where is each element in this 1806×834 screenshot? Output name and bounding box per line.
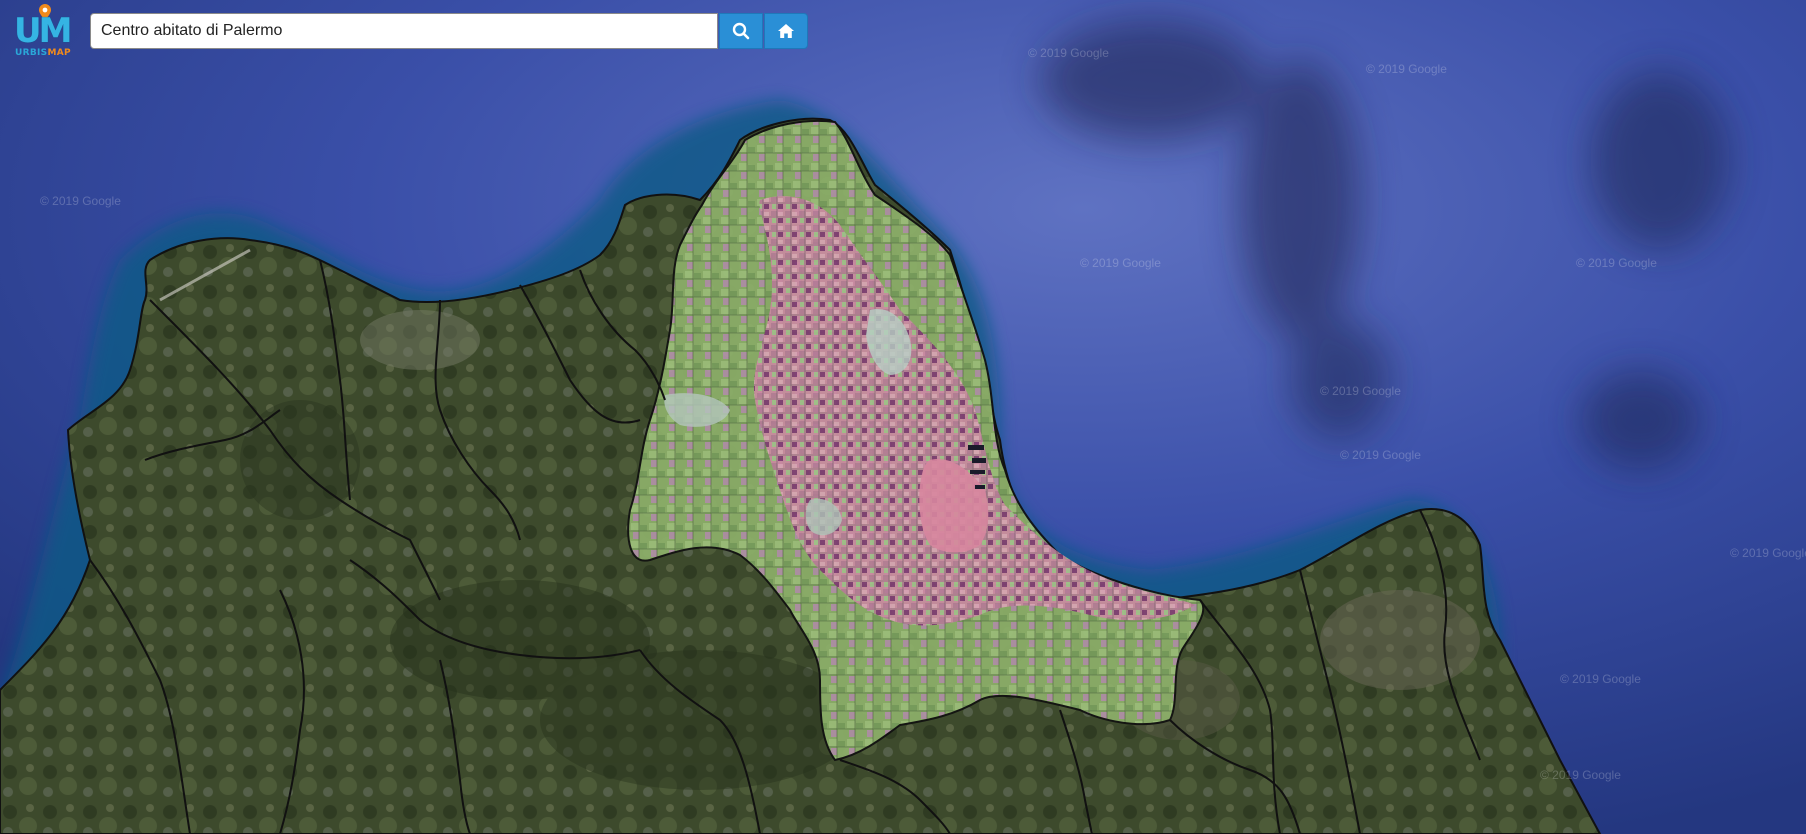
search-button[interactable] (719, 13, 763, 49)
search-icon (732, 22, 750, 40)
map-canvas[interactable]: © 2019 Google © 2019 Google © 2019 Googl… (0, 0, 1806, 834)
home-icon (778, 24, 794, 38)
logo-wordmark-map: MAP (47, 48, 71, 58)
search-input[interactable] (90, 13, 718, 49)
logo-letters: UM (14, 11, 72, 51)
home-button[interactable] (764, 13, 808, 49)
top-toolbar: UM URBISMAP (0, 0, 830, 60)
logo-wordmark: URBISMAP (15, 48, 71, 58)
logo-wordmark-urbis: URBIS (15, 48, 48, 58)
satellite-map[interactable] (0, 0, 1806, 834)
urbismap-logo[interactable]: UM URBISMAP (12, 4, 76, 62)
